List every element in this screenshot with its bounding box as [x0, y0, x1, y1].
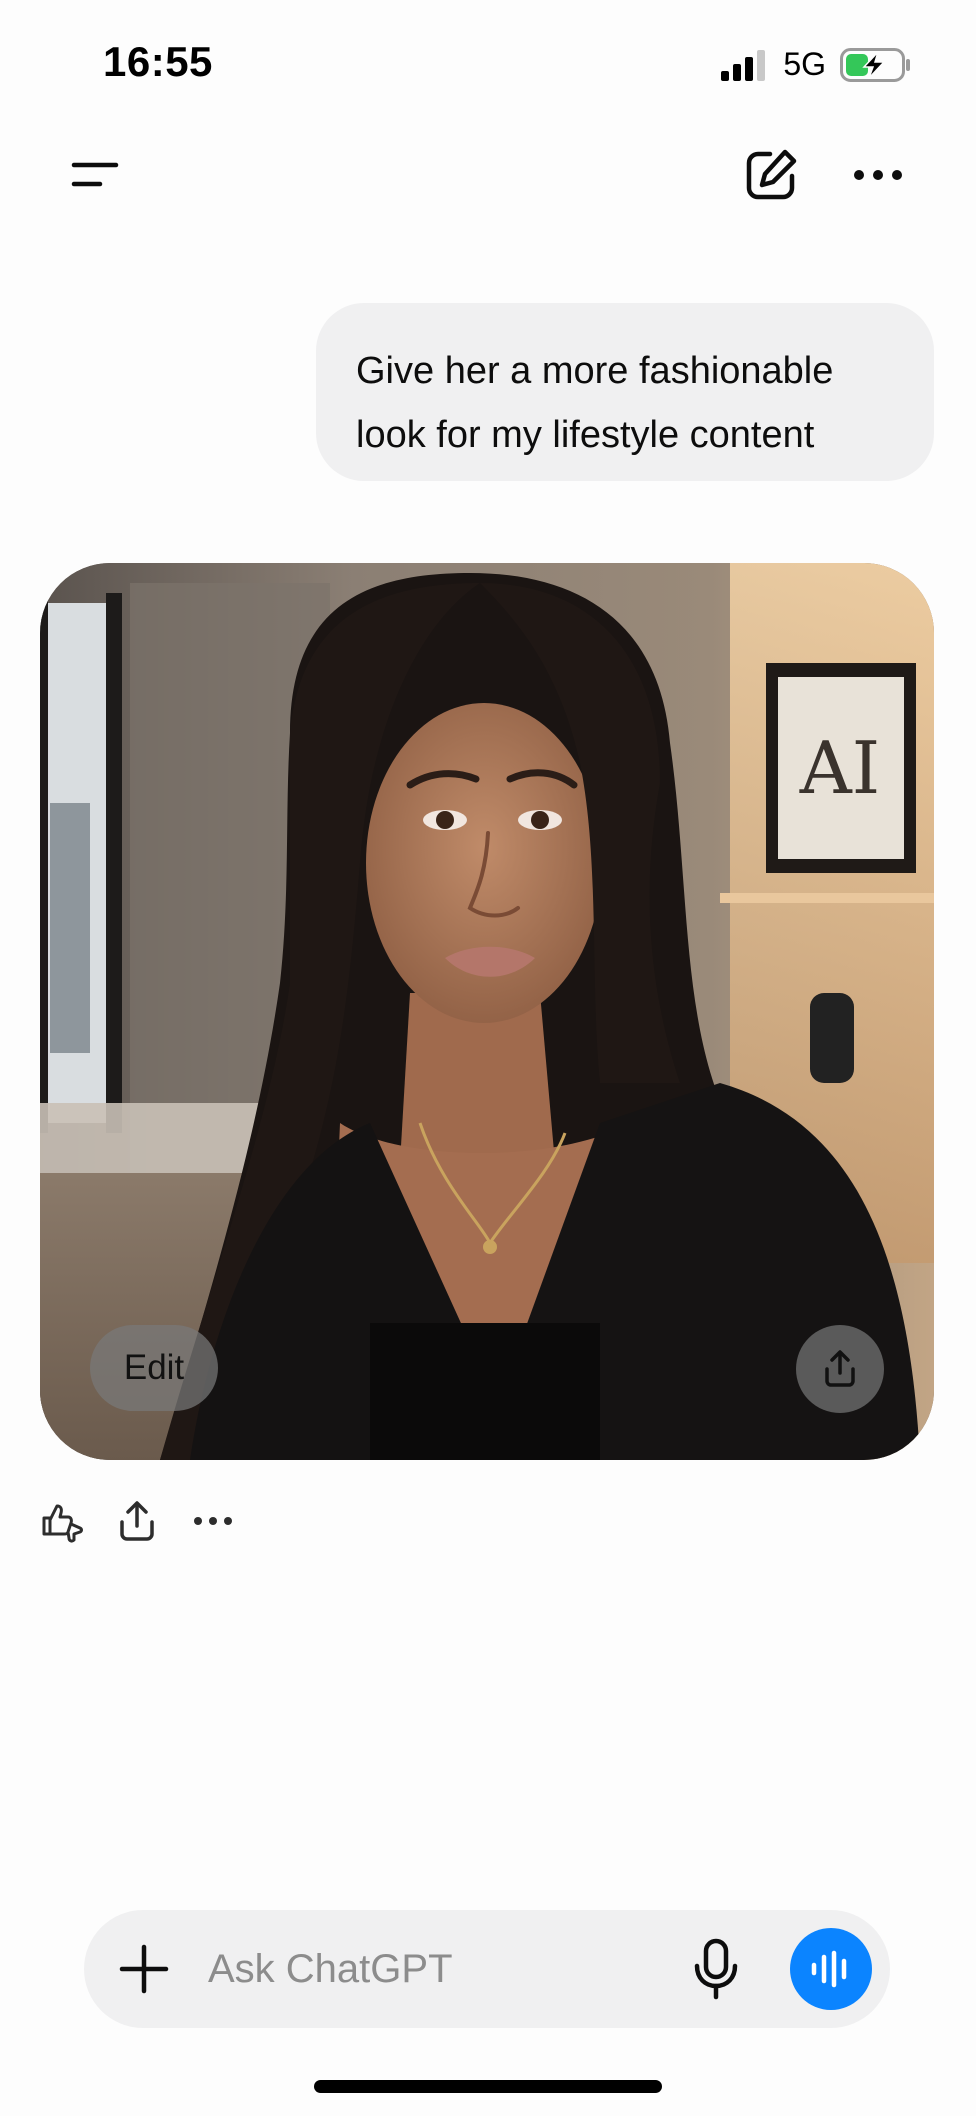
edit-image-button[interactable]: Edit	[90, 1325, 218, 1411]
status-bar: 16:55 5G	[0, 0, 976, 120]
home-indicator	[314, 2080, 662, 2093]
network-type: 5G	[783, 46, 826, 82]
microphone-icon[interactable]	[690, 1938, 742, 2000]
composer	[84, 1910, 890, 2028]
art-text: AI	[799, 726, 880, 810]
share-icon[interactable]	[114, 1498, 160, 1544]
compose-icon[interactable]	[744, 148, 798, 202]
status-time: 16:55	[103, 38, 213, 85]
message-actions	[38, 1498, 236, 1544]
more-icon[interactable]	[190, 1498, 236, 1544]
battery-charging-icon	[840, 47, 910, 82]
share-image-button[interactable]	[796, 1325, 884, 1413]
signal-bars-icon	[721, 49, 766, 81]
user-message-bubble: Give her a more fashionable look for my …	[316, 303, 934, 481]
generated-image[interactable]: AI Edit	[40, 563, 934, 1460]
voice-mode-icon	[811, 1950, 847, 1988]
plus-icon[interactable]	[118, 1943, 170, 1995]
menu-icon[interactable]	[70, 152, 120, 196]
chat-input[interactable]	[208, 1939, 728, 1999]
top-nav	[0, 140, 976, 210]
user-message-line: look for my lifestyle content	[356, 414, 815, 456]
status-indicators: 5G	[719, 46, 912, 83]
feedback-icon[interactable]	[38, 1498, 84, 1544]
voice-mode-button[interactable]	[790, 1928, 872, 2010]
more-icon[interactable]	[852, 158, 904, 192]
share-icon	[825, 1350, 855, 1387]
user-message-line: Give her a more fashionable	[356, 350, 834, 392]
